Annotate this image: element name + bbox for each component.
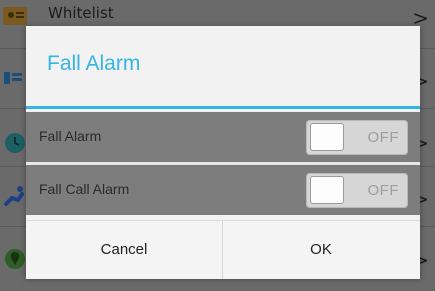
- fall-call-alarm-setting-row[interactable]: Fall Call Alarm OFF: [26, 165, 420, 215]
- fall-call-alarm-label: Fall Call Alarm: [39, 181, 130, 197]
- toggle-knob: [310, 123, 344, 151]
- fall-alarm-dialog: Fall Alarm Fall Alarm OFF Fall Call Alar…: [26, 26, 420, 279]
- cancel-button[interactable]: Cancel: [26, 221, 222, 279]
- fall-alarm-setting-row[interactable]: Fall Alarm OFF: [26, 112, 420, 162]
- ok-button[interactable]: OK: [223, 221, 419, 279]
- contact-card-icon: [3, 7, 27, 25]
- toggle-state: OFF: [367, 129, 399, 146]
- dialog-title: Fall Alarm: [47, 52, 141, 75]
- title-divider: [26, 106, 420, 109]
- toggle-state: OFF: [367, 182, 399, 199]
- fall-alarm-toggle[interactable]: OFF: [306, 120, 408, 155]
- fall-alarm-label: Fall Alarm: [39, 128, 102, 144]
- chevron-right-icon: >: [412, 6, 429, 30]
- list-icon: [4, 72, 22, 84]
- list-item-label: Whitelist: [48, 4, 114, 22]
- location-icon: [5, 249, 25, 269]
- clock-icon: [5, 133, 25, 153]
- screen: Whitelist > > > > > Fall Alarm Fall Alar…: [0, 0, 435, 291]
- fall-call-alarm-toggle[interactable]: OFF: [306, 173, 408, 208]
- dialog-button-bar: Cancel OK: [26, 220, 420, 279]
- fall-person-icon: [4, 186, 24, 206]
- toggle-knob: [310, 176, 344, 204]
